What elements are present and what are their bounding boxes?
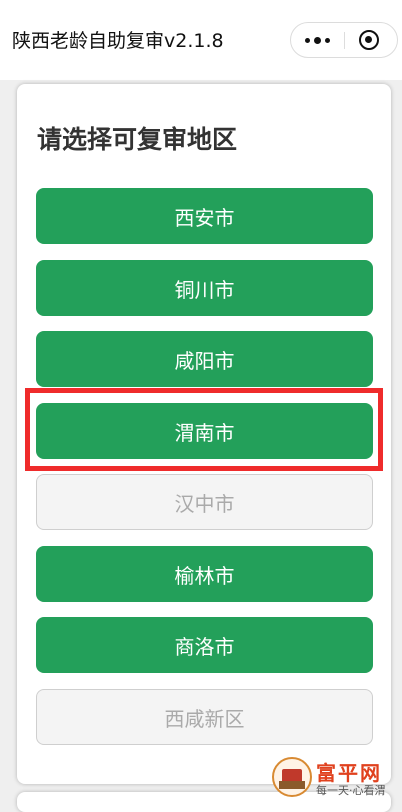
nav-bar: 陕西老龄自助复审v2.1.8	[0, 0, 402, 80]
card-heading: 请选择可复审地区	[37, 125, 238, 154]
more-dots-icon[interactable]	[291, 23, 344, 57]
region-button-tongchuan[interactable]: 铜川市	[36, 260, 373, 316]
capsule-menu	[290, 22, 398, 58]
site-watermark: 富平网 每一天·心看渭	[272, 757, 398, 799]
region-button-yulin[interactable]: 榆林市	[36, 546, 373, 602]
region-button-xian[interactable]: 西安市	[36, 188, 373, 244]
region-button-xixian: 西咸新区	[36, 689, 373, 745]
region-button-hanzhong: 汉中市	[36, 474, 373, 530]
page-title: 陕西老龄自助复审v2.1.8	[12, 30, 224, 52]
watermark-slogan: 每一天·心看渭	[316, 784, 386, 797]
region-button-xianyang[interactable]: 咸阳市	[36, 331, 373, 387]
region-button-shangluo[interactable]: 商洛市	[36, 617, 373, 673]
watermark-logo-icon	[272, 757, 312, 797]
highlight-box	[25, 388, 383, 471]
capsule-divider	[344, 32, 345, 49]
close-miniprogram-icon[interactable]	[359, 30, 379, 50]
